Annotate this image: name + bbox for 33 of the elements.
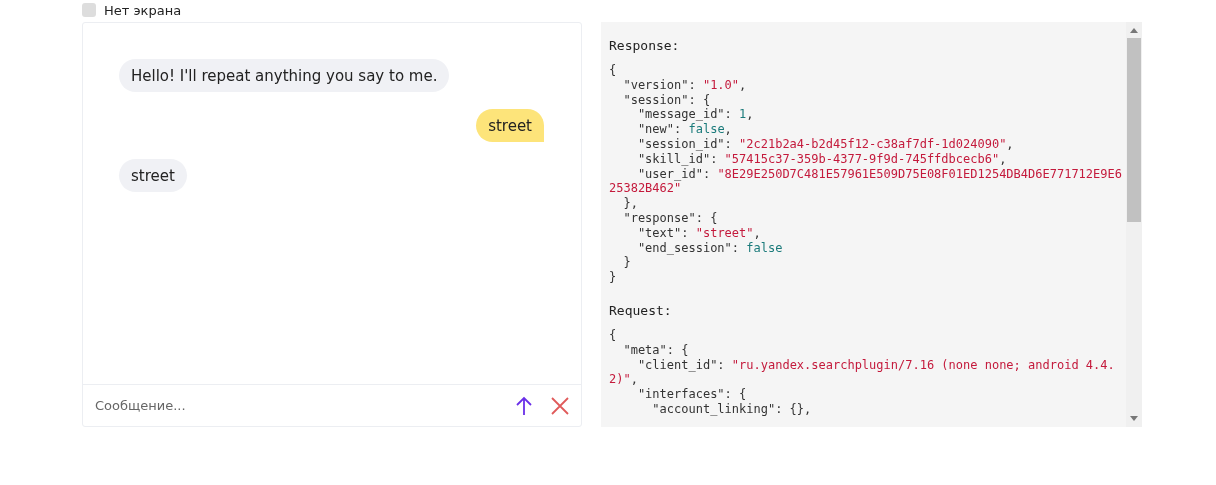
code-line: } bbox=[609, 270, 618, 285]
code-line: "client_id": "ru.yandex.searchplugin/7.16 (none none; android 4.4. bbox=[636, 357, 1116, 373]
code-line: "text": "street", bbox=[636, 225, 762, 241]
code-line: { bbox=[609, 63, 618, 78]
code-line: } bbox=[622, 255, 632, 271]
code-line: "interfaces": { bbox=[636, 387, 748, 402]
code-line: { bbox=[609, 327, 618, 343]
close-button[interactable] bbox=[549, 394, 571, 417]
code-line: "session_id": "2c21b2a4-b2d45f12-c38af7df-1d024090", bbox=[636, 137, 1015, 152]
scrollbar-thumb[interactable] bbox=[1127, 38, 1141, 222]
message-input[interactable]: Сообщение... bbox=[93, 397, 499, 414]
code-line: 2)", bbox=[609, 372, 639, 388]
scroll-up-icon[interactable] bbox=[1130, 27, 1138, 33]
checkbox-label: Нет экрана bbox=[104, 2, 182, 18]
code-line: "skill_id": "57415c37-359b-4377-9f9d-745ffdbcecb6", bbox=[636, 151, 1008, 167]
section-title: Response: bbox=[609, 38, 681, 53]
checkbox[interactable] bbox=[82, 3, 96, 17]
skill-message-bubble: Hello! I'll repeat anything you say to me. bbox=[119, 59, 450, 92]
code-line: "account_linking": {}, bbox=[651, 401, 813, 417]
code-line: "session": { bbox=[622, 92, 712, 108]
scrollbar[interactable] bbox=[1126, 22, 1142, 427]
code-line: "response": { bbox=[622, 210, 719, 226]
user-message-bubble: street bbox=[476, 109, 544, 142]
code-line: }, bbox=[622, 196, 639, 211]
code-line: "end_session": false bbox=[636, 240, 784, 256]
scroll-down-icon[interactable] bbox=[1130, 416, 1138, 422]
code-line: "message_id": 1, bbox=[636, 107, 755, 123]
code-line: 25382B462" bbox=[609, 181, 683, 197]
section-title: Request: bbox=[609, 302, 673, 318]
code-line: "meta": { bbox=[622, 342, 690, 358]
code-line: "version": "1.0", bbox=[622, 77, 748, 93]
skill-message-bubble: street bbox=[119, 159, 187, 192]
code-line: "new": false, bbox=[636, 122, 733, 137]
